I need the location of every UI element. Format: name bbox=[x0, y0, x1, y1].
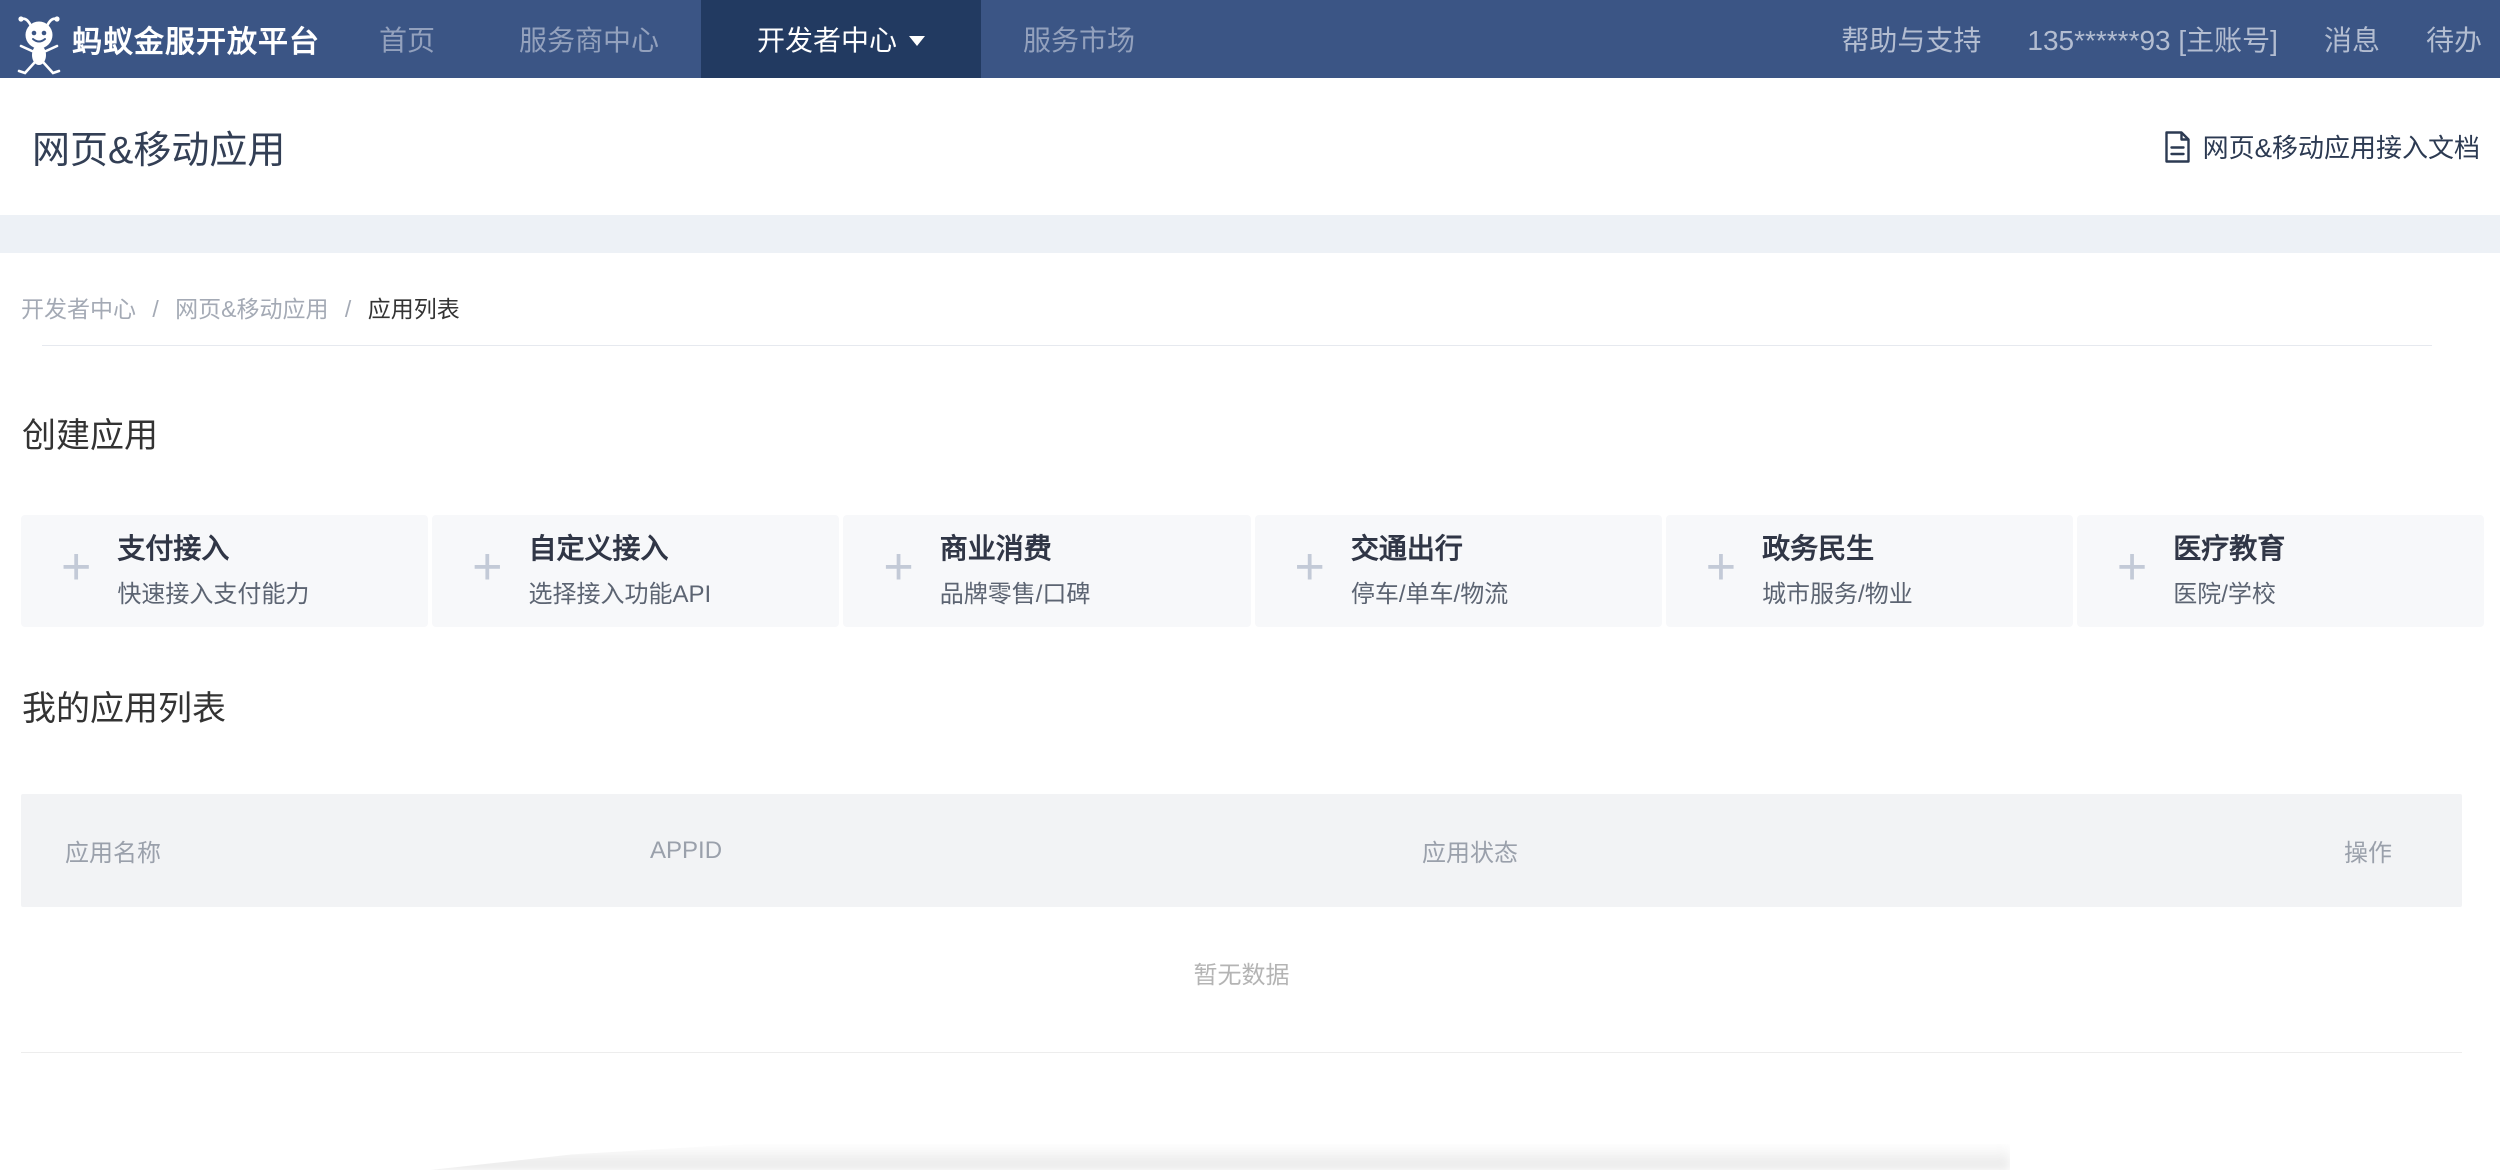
breadcrumb-separator: / bbox=[152, 296, 158, 322]
plus-icon: + bbox=[1706, 541, 1736, 593]
bottom-shadow bbox=[430, 1144, 2010, 1170]
doc-link[interactable]: 网页&移动应用接入文档 bbox=[2164, 128, 2480, 165]
create-option-custom[interactable]: + 自定义接入 选择接入功能API bbox=[432, 515, 839, 627]
plus-icon: + bbox=[883, 541, 913, 593]
app-table-header: 应用名称 APPID 应用状态 操作 bbox=[21, 794, 2462, 907]
create-options-row: + 支付接入 快速接入支付能力 + 自定义接入 选择接入功能API + 商业消费… bbox=[21, 515, 2484, 627]
option-subtitle: 选择接入功能API bbox=[529, 574, 712, 609]
brand-title: 蚂蚁金服开放平台 bbox=[72, 17, 320, 61]
breadcrumb-divider bbox=[42, 345, 2432, 346]
option-title: 交通出行 bbox=[1351, 533, 1508, 565]
option-subtitle: 快速接入支付能力 bbox=[117, 574, 309, 609]
breadcrumb-developer-center[interactable]: 开发者中心 bbox=[21, 296, 136, 322]
option-subtitle: 医院/学校 bbox=[2173, 574, 2285, 609]
breadcrumb: 开发者中心 / 网页&移动应用 / 应用列表 bbox=[0, 253, 2500, 346]
option-title: 政务民生 bbox=[1762, 533, 1913, 565]
column-app-status: 应用状态 bbox=[1422, 833, 2322, 868]
nav-item-developer-center[interactable]: 开发者中心 bbox=[701, 0, 981, 78]
plus-icon: + bbox=[2117, 541, 2147, 593]
plus-icon: + bbox=[1295, 541, 1325, 593]
option-subtitle: 停车/单车/物流 bbox=[1351, 574, 1508, 609]
top-navbar: 蚂蚁金服开放平台 首页 服务商中心 开发者中心 服务市场 帮助与支持 135**… bbox=[0, 0, 2500, 78]
nav-item-service-market[interactable]: 服务市场 bbox=[981, 0, 1177, 78]
page-title: 网页&移动应用 bbox=[32, 119, 285, 174]
ant-logo-icon bbox=[16, 0, 62, 79]
plus-icon: + bbox=[472, 541, 502, 593]
breadcrumb-web-mobile-app[interactable]: 网页&移动应用 bbox=[175, 296, 328, 322]
navbar-right: 帮助与支持 135******93 [主账号] 消息 待办 bbox=[1841, 19, 2482, 59]
my-app-list-title: 我的应用列表 bbox=[22, 681, 2500, 730]
nav-item-partner-center[interactable]: 服务商中心 bbox=[477, 0, 701, 78]
option-title: 支付接入 bbox=[117, 533, 309, 565]
brand[interactable]: 蚂蚁金服开放平台 bbox=[16, 0, 320, 79]
messages-link[interactable]: 消息 bbox=[2324, 19, 2380, 59]
nav-item-home[interactable]: 首页 bbox=[337, 0, 477, 78]
create-option-medical-edu[interactable]: + 医疗教育 医院/学校 bbox=[2077, 515, 2484, 627]
option-subtitle: 品牌零售/口碑 bbox=[940, 574, 1091, 609]
chevron-down-icon bbox=[909, 36, 925, 46]
divider-band bbox=[0, 215, 2500, 253]
option-title: 商业消费 bbox=[940, 533, 1091, 565]
breadcrumb-separator: / bbox=[345, 296, 351, 322]
todo-link[interactable]: 待办 bbox=[2426, 19, 2482, 59]
app-table: 应用名称 APPID 应用状态 操作 暂无数据 bbox=[21, 794, 2462, 1042]
create-option-commerce[interactable]: + 商业消费 品牌零售/口碑 bbox=[843, 515, 1250, 627]
option-title: 医疗教育 bbox=[2173, 533, 2285, 565]
breadcrumb-app-list: 应用列表 bbox=[368, 296, 460, 322]
option-title: 自定义接入 bbox=[529, 533, 712, 565]
empty-state: 暂无数据 bbox=[21, 907, 2462, 1042]
table-bottom-divider bbox=[21, 1052, 2462, 1053]
create-option-transport[interactable]: + 交通出行 停车/单车/物流 bbox=[1255, 515, 1662, 627]
plus-icon: + bbox=[61, 541, 91, 593]
page-header: 网页&移动应用 网页&移动应用接入文档 bbox=[0, 78, 2500, 215]
create-option-government[interactable]: + 政务民生 城市服务/物业 bbox=[1666, 515, 2073, 627]
document-icon bbox=[2164, 131, 2191, 163]
column-app-name: 应用名称 bbox=[21, 833, 650, 868]
account-label[interactable]: 135******93 [主账号] bbox=[2027, 19, 2278, 59]
create-app-title: 创建应用 bbox=[22, 408, 2500, 457]
main-nav: 首页 服务商中心 开发者中心 服务市场 bbox=[337, 0, 1177, 78]
nav-item-developer-center-label: 开发者中心 bbox=[757, 19, 897, 59]
column-appid: APPID bbox=[650, 837, 1422, 865]
option-subtitle: 城市服务/物业 bbox=[1762, 574, 1913, 609]
help-support-link[interactable]: 帮助与支持 bbox=[1841, 19, 1981, 59]
create-option-payment[interactable]: + 支付接入 快速接入支付能力 bbox=[21, 515, 428, 627]
doc-link-label: 网页&移动应用接入文档 bbox=[2203, 128, 2480, 165]
column-actions: 操作 bbox=[2322, 833, 2462, 868]
